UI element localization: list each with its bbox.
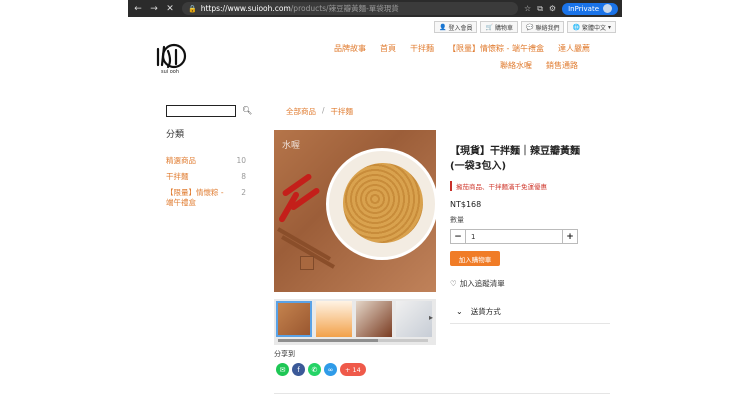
wishlist-button[interactable]: ♡ 加入追蹤清單 [450, 278, 505, 289]
top-utility-bar: 👤 登入會員 🛒 購物車 💬 聯絡我們 🌐 繁體中文 ▾ [433, 21, 616, 33]
quantity-label: 數量 [450, 216, 464, 224]
search-input[interactable] [166, 105, 236, 117]
cart-label: 購物車 [494, 24, 513, 32]
shipping-label: 送貨方式 [470, 307, 501, 316]
add-to-cart-button[interactable]: 加入購物車 [450, 251, 500, 266]
product-title: 【現貨】干拌麵｜辣豆瓣黃麵 (一袋3包入) [450, 146, 580, 172]
whatsapp-share-icon[interactable]: ✆ [308, 363, 321, 376]
nav-item-sales-channels[interactable]: 銷售通路 [546, 60, 578, 71]
contact-button[interactable]: 💬 聯絡我們 [520, 21, 565, 33]
language-label: 繁體中文 [581, 24, 606, 32]
extensions-icon[interactable]: ⚙ [549, 4, 556, 13]
language-select[interactable]: 🌐 繁體中文 ▾ [567, 21, 616, 33]
forward-icon[interactable]: → [148, 3, 160, 15]
nav-item-brand-story[interactable]: 品牌故事 [334, 43, 366, 54]
address-bar[interactable]: 🔒 https://www.suiooh.com /products/辣豆瓣黃麵… [182, 2, 519, 15]
breadcrumb-separator: / [322, 106, 325, 115]
category-name: 【限量】情懷粽 - 端午禮盒 [166, 188, 224, 207]
product-price: NT$168 [450, 200, 482, 209]
nav-item-dumpling-gift[interactable]: 【限量】情懷粽 - 端午禮盒 [448, 43, 544, 54]
shipping-accordion[interactable]: ⌄ 送貨方式 [450, 300, 610, 324]
chevron-down-icon: ▾ [607, 23, 611, 31]
cart-button[interactable]: 🛒 購物車 [480, 21, 518, 33]
login-label: 登入會員 [448, 24, 473, 32]
url-path: /products/辣豆瓣黃麵-單袋現貨 [290, 4, 399, 13]
globe-icon: 🌐 [572, 23, 580, 31]
nav-item-home[interactable]: 首頁 [380, 43, 396, 54]
contact-label: 聯絡我們 [535, 24, 560, 32]
login-button[interactable]: 👤 登入會員 [433, 21, 478, 33]
category-name: 干拌麵 [166, 172, 189, 181]
favorites-icon[interactable]: ☆ [524, 4, 531, 13]
product-main-image[interactable]: 水喔 [274, 130, 436, 292]
main-nav: 品牌故事 首頁 干拌麵 【限量】情懷粽 - 端午禮盒 達人嚴薦 聯絡水喔 銷售通… [334, 43, 624, 71]
category-count: 10 [236, 156, 246, 165]
increase-button[interactable]: + [563, 230, 577, 243]
category-count: 2 [241, 188, 246, 197]
close-icon[interactable]: ✕ [164, 3, 176, 15]
search-icon[interactable]: 🔍︎ [242, 106, 252, 115]
url-host: https://www.suiooh.com [200, 4, 291, 13]
inprivate-button[interactable]: InPrivate [562, 2, 618, 15]
browser-chrome: ← → ✕ 🔒 https://www.suiooh.com /products… [128, 0, 622, 17]
chevron-right-icon[interactable]: ▸ [429, 313, 433, 322]
quantity-stepper: − 1 + [450, 229, 578, 244]
quantity-input[interactable]: 1 [465, 230, 563, 243]
profile-icon [603, 4, 612, 13]
share-buttons: ✉ f ✆ ∞ + 14 [276, 363, 366, 376]
category-item[interactable]: 【限量】情懷粽 - 端午禮盒 2 [166, 188, 246, 208]
facebook-share-icon[interactable]: f [292, 363, 305, 376]
chat-icon: 💬 [525, 23, 534, 31]
breadcrumb-current[interactable]: 干拌麵 [331, 106, 354, 117]
promo-badge: 擁茄商品、干拌麵滿千免運優惠 [450, 181, 547, 191]
user-icon: 👤 [438, 23, 447, 31]
page: 👤 登入會員 🛒 購物車 💬 聯絡我們 🌐 繁體中文 ▾ sui ooh 品牌故事 首頁 … [128, 17, 622, 400]
thumbnail[interactable] [316, 301, 352, 337]
lock-icon: 🔒 [188, 4, 197, 13]
spice-box-illustration [300, 256, 314, 270]
nav-item-contact[interactable]: 聯絡水喔 [500, 60, 532, 71]
line-share-icon[interactable]: ✉ [276, 363, 289, 376]
thumbnail[interactable] [356, 301, 392, 337]
heart-icon: ♡ [450, 279, 457, 288]
collections-icon[interactable]: ⧉ [537, 4, 543, 14]
noodle-bowl-illustration [326, 148, 436, 260]
share-count-button[interactable]: + 14 [340, 363, 366, 376]
inprivate-label: InPrivate [568, 4, 599, 13]
category-list: 精選商品 10 干拌麵 8 【限量】情懷粽 - 端午禮盒 2 [166, 156, 246, 214]
category-name: 精選商品 [166, 156, 196, 165]
cart-icon: 🛒 [485, 23, 493, 31]
category-item[interactable]: 干拌麵 8 [166, 172, 246, 182]
thumbnail[interactable] [276, 301, 312, 337]
wishlist-label: 加入追蹤清單 [459, 279, 505, 288]
back-icon[interactable]: ← [132, 3, 144, 15]
image-watermark-logo: 水喔 [282, 141, 301, 151]
divider [274, 393, 610, 394]
logo-subtitle: sui ooh [161, 69, 180, 75]
breadcrumb: 全部商品 / 干拌麵 [286, 106, 353, 117]
breadcrumb-all-products[interactable]: 全部商品 [286, 106, 316, 117]
categories-title: 分類 [166, 130, 185, 140]
share-label: 分享到 [274, 350, 295, 358]
nav-item-expert-picks[interactable]: 達人嚴薦 [558, 43, 590, 54]
category-item[interactable]: 精選商品 10 [166, 156, 246, 166]
decrease-button[interactable]: − [451, 230, 465, 243]
chevron-down-icon: ⌄ [456, 307, 463, 316]
thumbnail-scrollbar[interactable] [278, 339, 428, 342]
nav-item-noodles[interactable]: 干拌麵 [410, 43, 434, 54]
copy-link-icon[interactable]: ∞ [324, 363, 337, 376]
category-count: 8 [241, 172, 246, 181]
thumbnail[interactable] [396, 301, 432, 337]
